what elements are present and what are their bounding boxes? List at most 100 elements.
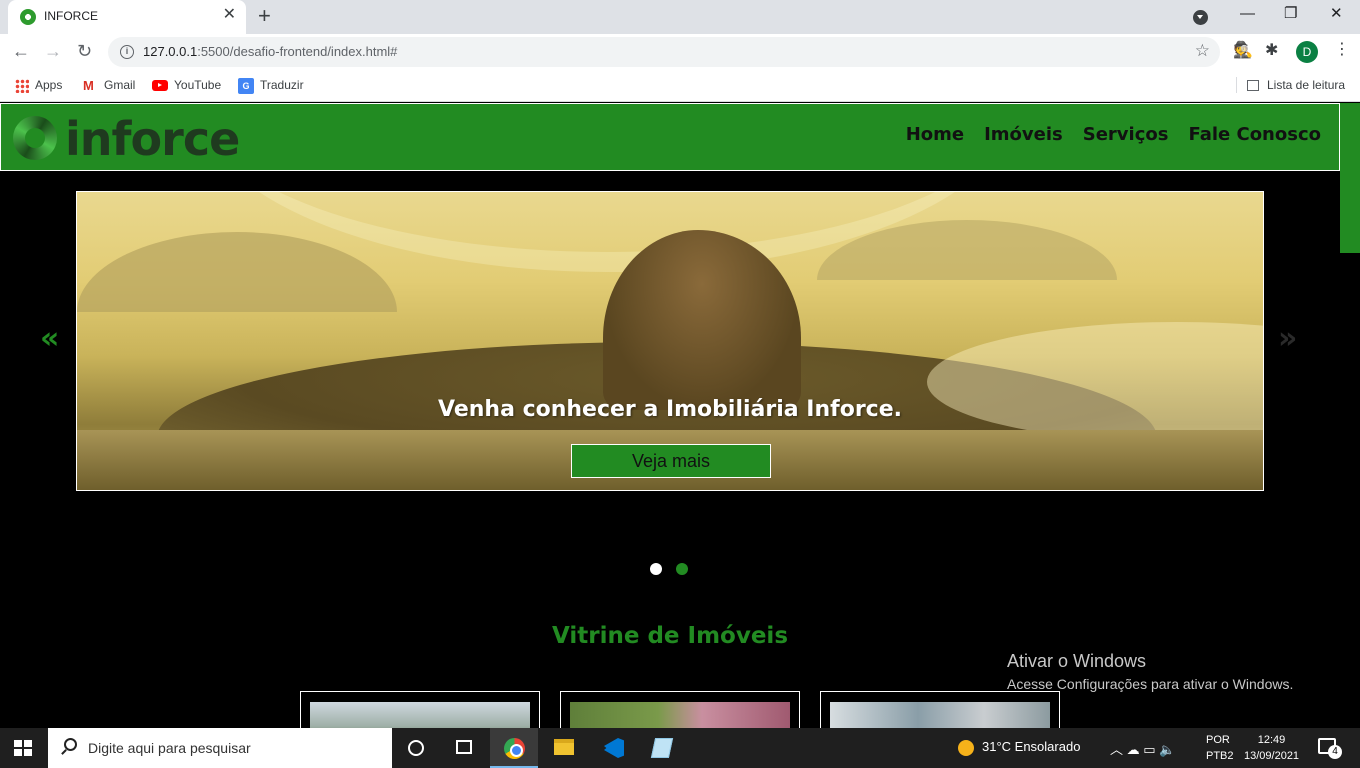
site-favicon-icon: [20, 9, 36, 25]
minimize-icon[interactable]: —: [1240, 4, 1255, 24]
cloud-icon[interactable]: ☁: [1127, 742, 1140, 757]
extensions-puzzle-icon[interactable]: ✱: [1265, 40, 1278, 60]
bookmark-label: Traduzir: [260, 78, 304, 92]
watermark-subtitle: Acesse Configurações para ativar o Windo…: [1007, 676, 1294, 692]
reading-list-icon: [1247, 80, 1259, 92]
cortana-icon: [408, 740, 424, 756]
search-icon: [64, 738, 77, 751]
bookmark-youtube[interactable]: YouTube: [152, 77, 221, 93]
browser-tab[interactable]: INFORCE ✕: [8, 0, 246, 34]
site-header: inforce Home Imóveis Serviços Fale Conos…: [0, 103, 1340, 171]
lang-line-1: POR: [1206, 734, 1230, 746]
nav-home[interactable]: Home: [906, 124, 964, 145]
input-language[interactable]: POR PTB2: [1206, 732, 1234, 764]
forward-icon[interactable]: →: [44, 41, 62, 61]
profile-avatar[interactable]: D: [1296, 41, 1318, 63]
windows-start-icon[interactable]: [14, 740, 32, 756]
web-page: inforce Home Imóveis Serviços Fale Conos…: [0, 103, 1360, 728]
carousel-dot-1[interactable]: [650, 563, 662, 575]
translate-icon: G: [238, 77, 254, 94]
property-card[interactable]: [560, 691, 800, 728]
logo-mark-icon: [13, 116, 57, 160]
lang-line-2: PTB2: [1206, 750, 1234, 762]
taskbar-explorer[interactable]: [540, 728, 588, 768]
bookmark-gmail[interactable]: Gmail: [82, 77, 136, 94]
back-icon[interactable]: ←: [12, 41, 30, 61]
clock-time: 12:49: [1257, 734, 1286, 746]
task-view-icon: [456, 740, 472, 754]
browser-tabstrip: INFORCE ✕ + — ❐ ✕: [0, 0, 1360, 34]
carousel-next-button[interactable]: »: [1278, 321, 1297, 356]
chevron-up-icon[interactable]: ︿: [1110, 742, 1123, 757]
carousel-indicators: [650, 563, 688, 575]
notification-center-icon[interactable]: 4: [1318, 738, 1342, 759]
logo-text: inforce: [65, 112, 240, 166]
url-path: :5500/desafio-frontend/index.html#: [197, 44, 398, 59]
volume-icon[interactable]: 🔈: [1159, 742, 1175, 757]
browser-menu-icon[interactable]: ⋮: [1334, 40, 1350, 60]
bookmark-star-icon[interactable]: ☆: [1195, 41, 1210, 61]
vscode-icon: [604, 738, 624, 758]
clock-date: 13/09/2021: [1244, 750, 1300, 762]
bookmark-translate[interactable]: G Traduzir: [238, 77, 304, 94]
bookmark-label: Gmail: [104, 78, 136, 92]
site-info-icon[interactable]: i: [120, 45, 134, 59]
taskbar-notes[interactable]: [638, 728, 686, 768]
network-icon[interactable]: ▭: [1143, 742, 1155, 757]
page-scrollbar[interactable]: [1340, 103, 1360, 728]
windows-taskbar: Digite aqui para pesquisar 31°C Ensolara…: [0, 728, 1360, 768]
address-bar[interactable]: i 127.0.0.1:5500/desafio-frontend/index.…: [108, 37, 1220, 67]
property-image: [310, 702, 530, 728]
showcase-title: Vitrine de Imóveis: [551, 623, 789, 649]
windows-activation-watermark: Ativar o Windows Acesse Configurações pa…: [1007, 651, 1293, 692]
hero-carousel: Venha conhecer a Imobiliária Inforce. Ve…: [76, 191, 1264, 491]
incognito-extension-icon[interactable]: 🕵: [1233, 40, 1253, 60]
bookmarks-bar: Apps Gmail YouTube G Traduzir Lista de le…: [0, 70, 1360, 102]
bookmark-apps[interactable]: Apps: [15, 77, 62, 93]
property-cards: [300, 691, 1060, 728]
nav-imoveis[interactable]: Imóveis: [984, 124, 1063, 145]
watermark-title: Ativar o Windows: [1007, 651, 1147, 671]
search-placeholder: Digite aqui para pesquisar: [88, 740, 251, 756]
window-close-icon[interactable]: ✕: [1330, 4, 1343, 24]
apps-icon: [15, 78, 29, 93]
notification-count: 4: [1328, 745, 1342, 759]
url-text[interactable]: 127.0.0.1:5500/desafio-frontend/index.ht…: [143, 44, 397, 59]
property-card[interactable]: [300, 691, 540, 728]
taskbar-chrome[interactable]: [490, 728, 538, 768]
scrollbar-thumb[interactable]: [1340, 103, 1360, 253]
system-tray[interactable]: ︿ ☁ ▭ 🔈: [1110, 739, 1175, 758]
property-image: [830, 702, 1050, 728]
bookmark-label: Apps: [35, 78, 63, 92]
taskbar-vscode[interactable]: [590, 728, 638, 768]
url-host: 127.0.0.1: [143, 44, 198, 59]
property-card[interactable]: [820, 691, 1060, 728]
chrome-icon: [504, 738, 525, 759]
browser-toolbar: ← → ↻ i 127.0.0.1:5500/desafio-frontend/…: [0, 34, 1360, 70]
tab-close-icon[interactable]: ✕: [223, 7, 236, 23]
reload-icon[interactable]: ↻: [77, 41, 92, 61]
new-tab-icon[interactable]: +: [258, 4, 271, 28]
tab-search-icon[interactable]: [1193, 10, 1208, 25]
weather-widget[interactable]: 31°C Ensolarado: [958, 739, 1080, 756]
nav-servicos[interactable]: Serviços: [1083, 124, 1169, 145]
task-view-button[interactable]: [440, 728, 488, 768]
cortana-button[interactable]: [392, 728, 440, 768]
reading-list-label: Lista de leitura: [1267, 78, 1346, 92]
nav-fale-conosco[interactable]: Fale Conosco: [1188, 124, 1321, 145]
taskbar-search[interactable]: Digite aqui para pesquisar: [48, 728, 392, 768]
tab-title: INFORCE: [44, 9, 98, 23]
youtube-icon: [152, 80, 168, 92]
carousel-dot-2[interactable]: [676, 563, 688, 575]
site-nav: Home Imóveis Serviços Fale Conosco: [906, 124, 1321, 145]
property-image: [570, 702, 790, 728]
reading-list-button[interactable]: Lista de leitura: [1236, 77, 1345, 93]
veja-mais-button[interactable]: Veja mais: [571, 444, 771, 478]
folder-icon: [554, 739, 574, 755]
bookmark-label: YouTube: [174, 78, 222, 92]
carousel-caption: Venha conhecer a Imobiliária Inforce.: [438, 397, 902, 422]
system-clock[interactable]: 12:49 13/09/2021: [1244, 732, 1299, 764]
restore-icon[interactable]: ❐: [1284, 4, 1297, 24]
carousel-prev-button[interactable]: «: [40, 321, 59, 356]
weather-text: 31°C Ensolarado: [982, 739, 1081, 754]
